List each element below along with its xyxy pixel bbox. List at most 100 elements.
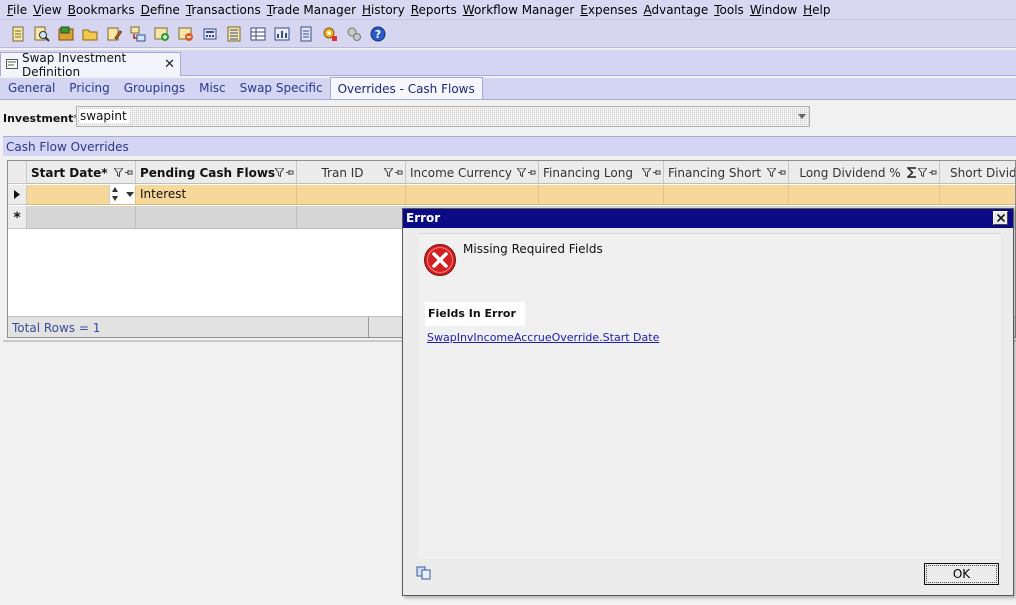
new-row-cell[interactable] xyxy=(27,206,136,228)
menu-reports[interactable]: Reports xyxy=(408,0,460,20)
pin-icon[interactable] xyxy=(285,168,294,177)
menu-expenses[interactable]: Expenses xyxy=(577,0,640,20)
new-row-cell[interactable] xyxy=(297,206,406,228)
column-header-label: Start Date* xyxy=(31,165,108,180)
new-row-cell[interactable] xyxy=(136,206,297,228)
chevron-down-icon[interactable] xyxy=(126,192,134,197)
menu-file[interactable]: File xyxy=(4,0,30,20)
pin-icon[interactable] xyxy=(652,168,661,177)
remove-icon[interactable] xyxy=(176,24,195,43)
column-header-long-dividend[interactable]: Long Dividend % xyxy=(789,161,940,184)
column-header-label: Financing Long xyxy=(543,165,633,180)
notepad-icon[interactable] xyxy=(296,24,315,43)
cell-long-dividend[interactable] xyxy=(789,185,940,204)
dialog-body: Missing Required Fields Fields In Error … xyxy=(419,233,1001,559)
document-tab-swap-investment[interactable]: Swap Investment Definition ✕ xyxy=(0,51,181,79)
pin-icon[interactable] xyxy=(394,168,403,177)
folder-icon[interactable] xyxy=(80,24,99,43)
menu-bookmarks[interactable]: Bookmarks xyxy=(65,0,138,20)
menu-history[interactable]: History xyxy=(359,0,408,20)
edit-icon[interactable] xyxy=(104,24,123,43)
tab-overrides-cash-flows[interactable]: Overrides - Cash Flows xyxy=(329,77,483,99)
transfer-icon[interactable] xyxy=(128,24,147,43)
settings-icon[interactable] xyxy=(320,24,339,43)
sum-icon[interactable] xyxy=(907,167,917,178)
filter-icon[interactable] xyxy=(767,168,776,177)
row-selector[interactable] xyxy=(8,185,27,205)
tab-groupings[interactable]: Groupings xyxy=(117,77,192,99)
help-icon[interactable]: ? xyxy=(368,24,387,43)
error-message: Missing Required Fields xyxy=(463,242,603,256)
menu-tools[interactable]: Tools xyxy=(711,0,747,20)
chevron-down-icon[interactable] xyxy=(798,114,806,119)
spinner-down-icon[interactable] xyxy=(112,196,118,201)
filter-icon[interactable] xyxy=(918,168,927,177)
header-corner xyxy=(8,161,27,184)
pin-icon[interactable] xyxy=(124,168,133,177)
column-header-label: Pending Cash Flows* xyxy=(140,165,275,180)
close-icon xyxy=(996,214,1005,222)
menu-view[interactable]: View xyxy=(30,0,64,20)
column-header-financing-short[interactable]: Financing Short xyxy=(664,161,789,184)
search-icon[interactable] xyxy=(32,24,51,43)
menu-transactions[interactable]: Transactions xyxy=(183,0,264,20)
copy-icon[interactable] xyxy=(416,566,432,583)
date-spinner[interactable] xyxy=(109,185,135,204)
cell-income-currency[interactable] xyxy=(406,185,539,204)
cell-financing-short[interactable] xyxy=(664,185,789,204)
ok-button[interactable]: OK xyxy=(924,563,999,585)
report-icon[interactable] xyxy=(56,24,75,43)
column-header-short-dividend[interactable]: Short Dividend xyxy=(940,161,1015,184)
fields-in-error-header: Fields In Error xyxy=(425,302,525,326)
add-icon[interactable] xyxy=(152,24,171,43)
filter-icon[interactable] xyxy=(642,168,651,177)
menu-trade-manager[interactable]: Trade Manager xyxy=(264,0,359,20)
cell-short-dividend[interactable] xyxy=(940,185,1015,204)
new-row-marker[interactable]: * xyxy=(8,206,27,229)
tab-pricing[interactable]: Pricing xyxy=(62,77,116,99)
column-header-label: Tran ID xyxy=(321,165,364,180)
column-header-income-currency[interactable]: Income Currency xyxy=(406,161,539,184)
investment-combo[interactable]: swapint xyxy=(76,106,810,127)
table-chart-icon[interactable] xyxy=(272,24,291,43)
column-header-financing-long[interactable]: Financing Long xyxy=(539,161,664,184)
error-field-link[interactable]: SwapInvIncomeAccrueOverride.Start Date xyxy=(427,331,659,344)
menu-workflow-manager[interactable]: Workflow Manager xyxy=(460,0,578,20)
column-header-pending-cash-flows[interactable]: Pending Cash Flows* xyxy=(136,161,297,184)
filter-icon[interactable] xyxy=(517,168,526,177)
dialog-title-bar[interactable]: Error xyxy=(403,209,1013,228)
list-icon[interactable] xyxy=(224,24,243,43)
table-row[interactable]: Interest xyxy=(27,185,1015,205)
menu-window[interactable]: Window xyxy=(747,0,800,20)
filter-icon[interactable] xyxy=(275,168,284,177)
tools-icon[interactable] xyxy=(344,24,363,43)
column-header-start-date[interactable]: Start Date* xyxy=(27,161,136,184)
error-icon xyxy=(423,243,457,280)
close-icon[interactable]: ✕ xyxy=(164,57,175,72)
filter-icon[interactable] xyxy=(114,168,123,177)
cell-tran-id[interactable] xyxy=(297,185,406,204)
column-header-tran-id[interactable]: Tran ID xyxy=(297,161,406,184)
investment-label-text: Investment xyxy=(3,112,74,125)
pin-icon[interactable] xyxy=(928,168,937,177)
svg-text:?: ? xyxy=(374,28,380,41)
spinner-up-icon[interactable] xyxy=(112,187,118,192)
close-button[interactable] xyxy=(993,211,1008,225)
calculator-icon[interactable] xyxy=(200,24,219,43)
menu-advantage[interactable]: Advantage xyxy=(640,0,711,20)
investment-label: Investment* xyxy=(3,112,79,125)
cell-start-date[interactable] xyxy=(27,185,136,204)
document-icon[interactable] xyxy=(8,24,27,43)
table-icon[interactable] xyxy=(248,24,267,43)
menu-define[interactable]: Define xyxy=(138,0,183,20)
pin-icon[interactable] xyxy=(777,168,786,177)
cell-pending-cash-flows[interactable]: Interest xyxy=(136,185,297,204)
tab-general[interactable]: General xyxy=(1,77,62,99)
pin-icon[interactable] xyxy=(527,168,536,177)
cell-financing-long[interactable] xyxy=(539,185,664,204)
menu-bar: File View Bookmarks Define Transactions … xyxy=(0,0,1016,20)
tab-swap-specific[interactable]: Swap Specific xyxy=(233,77,330,99)
tab-misc[interactable]: Misc xyxy=(192,77,233,99)
filter-icon[interactable] xyxy=(384,168,393,177)
menu-help[interactable]: Help xyxy=(800,0,833,20)
